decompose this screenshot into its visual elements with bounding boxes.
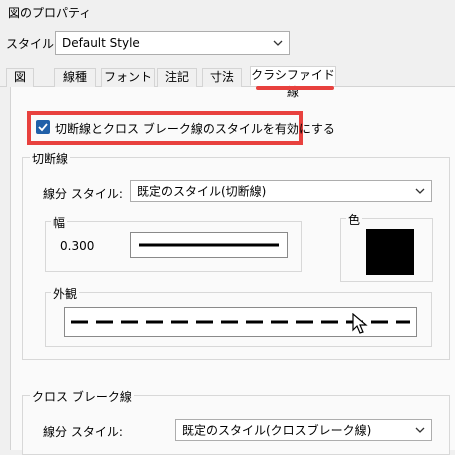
mouse-cursor-icon	[352, 313, 368, 334]
checkmark-icon	[38, 123, 48, 132]
solid-line-preview	[139, 243, 279, 247]
crossbreak-segment-style-value: 既定のスタイル(クロスブレーク線)	[182, 423, 372, 438]
color-swatch[interactable]	[366, 229, 414, 275]
line-segment-style-value: 既定のスタイル(切断線)	[137, 184, 267, 199]
section-line-title: 切断線	[30, 150, 71, 167]
tab-font[interactable]: フォント	[101, 68, 155, 87]
line-segment-style-label: 線分 スタイル:	[43, 187, 123, 201]
crossbreak-segment-style-label: 線分 スタイル:	[43, 425, 123, 439]
line-segment-style-dropdown[interactable]: 既定のスタイル(切断線)	[130, 180, 432, 202]
tab-linetype[interactable]: 線種	[54, 68, 96, 87]
style-dropdown-value: Default Style	[62, 36, 140, 50]
width-group-title: 幅	[51, 214, 68, 231]
chevron-down-icon	[273, 40, 283, 46]
section-crossbreak-title: クロス ブレーク線	[30, 388, 134, 405]
tab-annotation[interactable]: 注記	[157, 68, 197, 87]
crossbreak-segment-style-dropdown[interactable]: 既定のスタイル(クロスブレーク線)	[175, 419, 432, 441]
chevron-down-icon	[415, 188, 425, 194]
width-preview[interactable]	[130, 232, 288, 258]
tab-classified-line[interactable]: クラシファイド線	[250, 66, 336, 99]
tab-figure[interactable]: 図	[6, 68, 34, 87]
style-dropdown[interactable]: Default Style	[55, 31, 290, 55]
window-title: 図のプロパティ	[8, 6, 92, 20]
width-value: 0.300	[60, 239, 95, 253]
color-group-title: 色	[346, 211, 363, 228]
enable-style-checkbox[interactable]	[36, 120, 50, 134]
title-bar: 図のプロパティ	[0, 0, 455, 24]
appearance-group-title: 外観	[51, 285, 80, 302]
style-label: スタイル:	[6, 37, 59, 51]
chevron-down-icon	[415, 427, 425, 433]
tab-dimension[interactable]: 寸法	[202, 68, 242, 87]
active-tab-highlight	[256, 86, 334, 90]
enable-style-label: 切断線とクロス ブレーク線のスタイルを有効にする	[55, 122, 335, 136]
